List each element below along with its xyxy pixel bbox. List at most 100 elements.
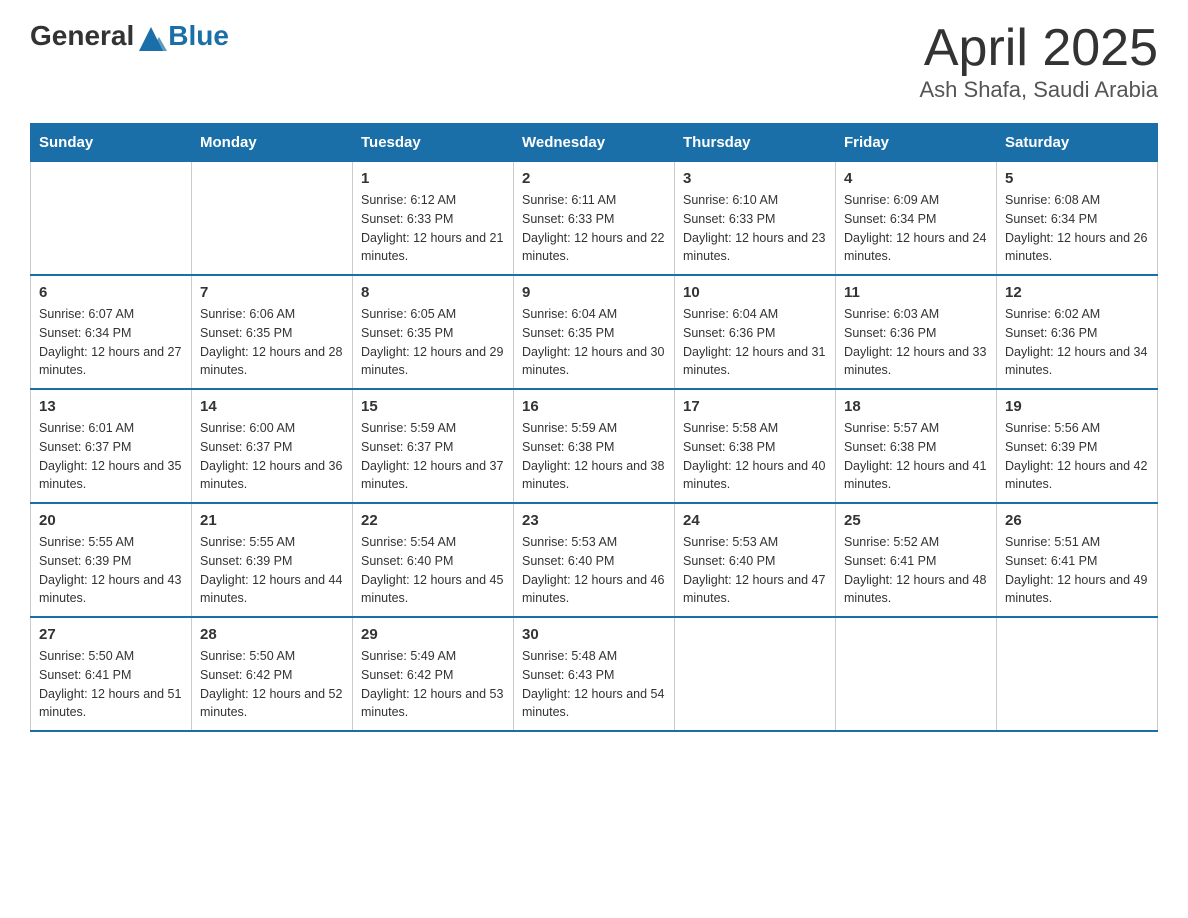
logo: General Blue bbox=[30, 20, 229, 52]
day-number: 8 bbox=[361, 284, 505, 301]
calendar-cell: 16 Sunrise: 5:59 AMSunset: 6:38 PMDayligh… bbox=[514, 389, 675, 503]
calendar-cell: 11 Sunrise: 6:03 AMSunset: 6:36 PMDayligh… bbox=[836, 275, 997, 389]
calendar-cell: 20Sunrise: 5:55 AMSunset: 6:39 PMDayligh… bbox=[31, 503, 192, 617]
day-number: 11 bbox=[844, 284, 988, 301]
day-number: 28 bbox=[200, 626, 344, 643]
calendar-cell: 17 Sunrise: 5:58 AMSunset: 6:38 PMDayligh… bbox=[675, 389, 836, 503]
day-number: 17 bbox=[683, 398, 827, 415]
day-info: Sunrise: 6:10 AMSunset: 6:33 PMDaylight:… bbox=[683, 191, 827, 266]
week-row-2: 6 Sunrise: 6:07 AMSunset: 6:34 PMDaylight… bbox=[31, 275, 1158, 389]
week-row-4: 20Sunrise: 5:55 AMSunset: 6:39 PMDayligh… bbox=[31, 503, 1158, 617]
calendar-cell bbox=[675, 617, 836, 731]
day-number: 27 bbox=[39, 626, 183, 643]
calendar-body: 1 Sunrise: 6:12 AMSunset: 6:33 PMDaylight… bbox=[31, 162, 1158, 732]
day-info: Sunrise: 5:53 AMSunset: 6:40 PMDaylight:… bbox=[522, 533, 666, 608]
calendar-cell bbox=[836, 617, 997, 731]
day-info: Sunrise: 5:57 AMSunset: 6:38 PMDaylight:… bbox=[844, 419, 988, 494]
day-number: 29 bbox=[361, 626, 505, 643]
week-row-5: 27 Sunrise: 5:50 AMSunset: 6:41 PMDayligh… bbox=[31, 617, 1158, 731]
day-number: 5 bbox=[1005, 170, 1149, 187]
logo-general-text: General bbox=[30, 20, 134, 52]
calendar-cell: 30 Sunrise: 5:48 AMSunset: 6:43 PMDayligh… bbox=[514, 617, 675, 731]
day-number: 16 bbox=[522, 398, 666, 415]
day-info: Sunrise: 6:07 AMSunset: 6:34 PMDaylight:… bbox=[39, 305, 183, 380]
day-number: 10 bbox=[683, 284, 827, 301]
day-number: 12 bbox=[1005, 284, 1149, 301]
page-subtitle: Ash Shafa, Saudi Arabia bbox=[920, 77, 1159, 103]
calendar-cell: 28Sunrise: 5:50 AMSunset: 6:42 PMDayligh… bbox=[192, 617, 353, 731]
header-day-wednesday: Wednesday bbox=[514, 124, 675, 162]
day-number: 20 bbox=[39, 512, 183, 529]
day-info: Sunrise: 5:59 AMSunset: 6:38 PMDaylight:… bbox=[522, 419, 666, 494]
day-info: Sunrise: 6:01 AMSunset: 6:37 PMDaylight:… bbox=[39, 419, 183, 494]
day-info: Sunrise: 5:56 AMSunset: 6:39 PMDaylight:… bbox=[1005, 419, 1149, 494]
day-info: Sunrise: 6:03 AMSunset: 6:36 PMDaylight:… bbox=[844, 305, 988, 380]
logo-icon bbox=[135, 23, 167, 55]
calendar-cell bbox=[31, 162, 192, 276]
day-info: Sunrise: 6:11 AMSunset: 6:33 PMDaylight:… bbox=[522, 191, 666, 266]
day-number: 23 bbox=[522, 512, 666, 529]
header-day-thursday: Thursday bbox=[675, 124, 836, 162]
calendar-cell: 19 Sunrise: 5:56 AMSunset: 6:39 PMDayligh… bbox=[997, 389, 1158, 503]
calendar-cell: 8 Sunrise: 6:05 AMSunset: 6:35 PMDaylight… bbox=[353, 275, 514, 389]
header-day-saturday: Saturday bbox=[997, 124, 1158, 162]
calendar-cell: 1 Sunrise: 6:12 AMSunset: 6:33 PMDaylight… bbox=[353, 162, 514, 276]
day-info: Sunrise: 5:49 AMSunset: 6:42 PMDaylight:… bbox=[361, 647, 505, 722]
calendar-cell: 2 Sunrise: 6:11 AMSunset: 6:33 PMDaylight… bbox=[514, 162, 675, 276]
day-info: Sunrise: 6:05 AMSunset: 6:35 PMDaylight:… bbox=[361, 305, 505, 380]
header-day-tuesday: Tuesday bbox=[353, 124, 514, 162]
header-day-sunday: Sunday bbox=[31, 124, 192, 162]
day-info: Sunrise: 5:48 AMSunset: 6:43 PMDaylight:… bbox=[522, 647, 666, 722]
calendar-cell: 27 Sunrise: 5:50 AMSunset: 6:41 PMDayligh… bbox=[31, 617, 192, 731]
title-block: April 2025 Ash Shafa, Saudi Arabia bbox=[920, 20, 1159, 103]
day-number: 25 bbox=[844, 512, 988, 529]
calendar-header: SundayMondayTuesdayWednesdayThursdayFrid… bbox=[31, 124, 1158, 162]
calendar-cell: 23 Sunrise: 5:53 AMSunset: 6:40 PMDayligh… bbox=[514, 503, 675, 617]
calendar-cell bbox=[192, 162, 353, 276]
day-info: Sunrise: 5:53 AMSunset: 6:40 PMDaylight:… bbox=[683, 533, 827, 608]
day-number: 9 bbox=[522, 284, 666, 301]
calendar-table: SundayMondayTuesdayWednesdayThursdayFrid… bbox=[30, 123, 1158, 732]
day-number: 6 bbox=[39, 284, 183, 301]
calendar-cell: 10 Sunrise: 6:04 AMSunset: 6:36 PMDayligh… bbox=[675, 275, 836, 389]
header-row: SundayMondayTuesdayWednesdayThursdayFrid… bbox=[31, 124, 1158, 162]
day-number: 15 bbox=[361, 398, 505, 415]
day-number: 24 bbox=[683, 512, 827, 529]
calendar-cell: 15Sunrise: 5:59 AMSunset: 6:37 PMDayligh… bbox=[353, 389, 514, 503]
day-info: Sunrise: 6:04 AMSunset: 6:36 PMDaylight:… bbox=[683, 305, 827, 380]
day-info: Sunrise: 6:06 AMSunset: 6:35 PMDaylight:… bbox=[200, 305, 344, 380]
logo-blue-text: Blue bbox=[168, 20, 229, 52]
week-row-3: 13 Sunrise: 6:01 AMSunset: 6:37 PMDayligh… bbox=[31, 389, 1158, 503]
day-info: Sunrise: 6:12 AMSunset: 6:33 PMDaylight:… bbox=[361, 191, 505, 266]
calendar-cell: 14 Sunrise: 6:00 AMSunset: 6:37 PMDayligh… bbox=[192, 389, 353, 503]
day-info: Sunrise: 6:00 AMSunset: 6:37 PMDaylight:… bbox=[200, 419, 344, 494]
day-info: Sunrise: 5:52 AMSunset: 6:41 PMDaylight:… bbox=[844, 533, 988, 608]
week-row-1: 1 Sunrise: 6:12 AMSunset: 6:33 PMDaylight… bbox=[31, 162, 1158, 276]
day-info: Sunrise: 5:51 AMSunset: 6:41 PMDaylight:… bbox=[1005, 533, 1149, 608]
day-number: 26 bbox=[1005, 512, 1149, 529]
day-number: 30 bbox=[522, 626, 666, 643]
calendar-cell: 26 Sunrise: 5:51 AMSunset: 6:41 PMDayligh… bbox=[997, 503, 1158, 617]
calendar-cell: 13 Sunrise: 6:01 AMSunset: 6:37 PMDayligh… bbox=[31, 389, 192, 503]
day-number: 19 bbox=[1005, 398, 1149, 415]
day-number: 2 bbox=[522, 170, 666, 187]
day-number: 13 bbox=[39, 398, 183, 415]
calendar-cell bbox=[997, 617, 1158, 731]
day-info: Sunrise: 6:08 AMSunset: 6:34 PMDaylight:… bbox=[1005, 191, 1149, 266]
page-header: General Blue April 2025 Ash Shafa, Saudi… bbox=[30, 20, 1158, 103]
day-info: Sunrise: 5:50 AMSunset: 6:41 PMDaylight:… bbox=[39, 647, 183, 722]
day-number: 4 bbox=[844, 170, 988, 187]
calendar-cell: 9Sunrise: 6:04 AMSunset: 6:35 PMDaylight… bbox=[514, 275, 675, 389]
calendar-cell: 5 Sunrise: 6:08 AMSunset: 6:34 PMDaylight… bbox=[997, 162, 1158, 276]
calendar-cell: 6 Sunrise: 6:07 AMSunset: 6:34 PMDaylight… bbox=[31, 275, 192, 389]
day-number: 7 bbox=[200, 284, 344, 301]
calendar-cell: 25 Sunrise: 5:52 AMSunset: 6:41 PMDayligh… bbox=[836, 503, 997, 617]
day-number: 18 bbox=[844, 398, 988, 415]
calendar-cell: 4Sunrise: 6:09 AMSunset: 6:34 PMDaylight… bbox=[836, 162, 997, 276]
day-number: 22 bbox=[361, 512, 505, 529]
calendar-cell: 12Sunrise: 6:02 AMSunset: 6:36 PMDayligh… bbox=[997, 275, 1158, 389]
day-number: 1 bbox=[361, 170, 505, 187]
day-number: 14 bbox=[200, 398, 344, 415]
calendar-cell: 24 Sunrise: 5:53 AMSunset: 6:40 PMDayligh… bbox=[675, 503, 836, 617]
day-info: Sunrise: 5:58 AMSunset: 6:38 PMDaylight:… bbox=[683, 419, 827, 494]
